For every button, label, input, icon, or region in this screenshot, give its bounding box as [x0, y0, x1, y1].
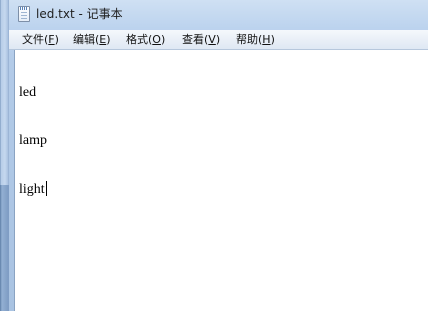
menu-bar: 文件(F) 编辑(E) 格式(O) 查看(V) 帮助(H) [9, 30, 428, 50]
text-line: led [19, 85, 37, 100]
text-line-with-caret: light [19, 181, 47, 197]
menu-edit[interactable]: 编辑(E) [70, 32, 114, 48]
text-line: lamp [19, 133, 47, 148]
text-caret [45, 181, 47, 196]
menu-view[interactable]: 查看(V) [179, 32, 223, 48]
window-frame-left-lower [0, 185, 9, 311]
title-bar[interactable]: led.txt - 记事本 [9, 0, 428, 30]
notepad-icon[interactable] [18, 6, 30, 22]
menu-format[interactable]: 格式(O) [123, 32, 168, 48]
window-title: led.txt - 记事本 [36, 7, 123, 21]
text-editor[interactable]: led lamp light [14, 50, 428, 311]
editor-content[interactable]: led lamp light [19, 53, 47, 229]
notepad-window: led.txt - 记事本 文件(F) 编辑(E) 格式(O) 查看(V) 帮助… [0, 0, 428, 311]
menu-file[interactable]: 文件(F) [19, 32, 62, 48]
text-line: light [19, 182, 45, 197]
menu-help[interactable]: 帮助(H) [233, 32, 278, 48]
